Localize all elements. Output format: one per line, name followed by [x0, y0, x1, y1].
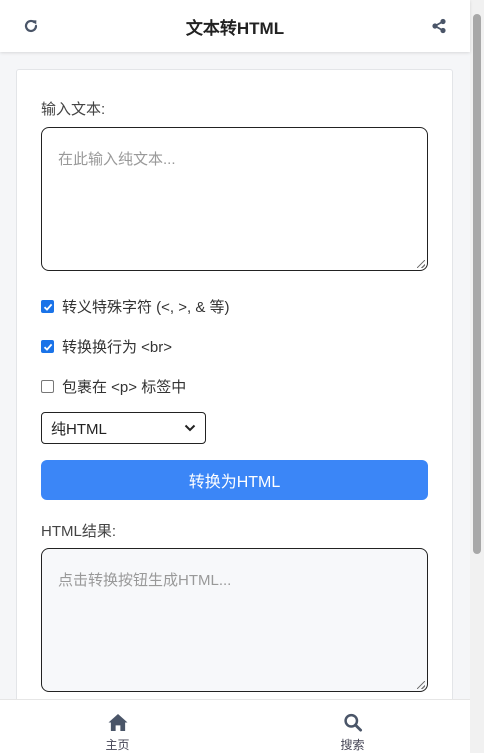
- home-icon: [108, 713, 127, 732]
- nav-item-search[interactable]: 搜索: [235, 700, 470, 753]
- resize-handle[interactable]: [417, 260, 425, 268]
- escape-label: 转义特殊字符 (<, >, & 等): [62, 299, 230, 316]
- nav-label-home: 主页: [105, 738, 130, 752]
- page-title: 文本转HTML: [185, 18, 285, 38]
- input-textarea[interactable]: 在此输入纯文本...: [41, 127, 428, 271]
- refresh-button[interactable]: [20, 15, 42, 37]
- input-label: 输入文本:: [41, 101, 106, 118]
- chevron-down-icon: [184, 424, 196, 432]
- input-placeholder: 在此输入纯文本...: [58, 151, 176, 168]
- bottom-nav: 主页 搜索: [0, 699, 470, 753]
- result-label: HTML结果:: [41, 523, 117, 540]
- linebreak-checkbox[interactable]: [41, 340, 54, 353]
- nav-item-home[interactable]: 主页: [0, 700, 235, 753]
- convert-button[interactable]: 转换为HTML: [41, 460, 428, 500]
- result-resize-handle[interactable]: [417, 681, 425, 689]
- wrap-p-label: 包裹在 <p> 标签中: [62, 379, 187, 396]
- option-linebreak[interactable]: 转换换行为 <br>: [41, 336, 172, 357]
- result-textarea[interactable]: 点击转换按钮生成HTML...: [41, 548, 428, 692]
- share-button[interactable]: [428, 15, 450, 37]
- scrollbar-thumb[interactable]: [473, 14, 481, 554]
- page-scrollbar[interactable]: [470, 0, 484, 753]
- share-icon: [432, 18, 446, 34]
- format-select[interactable]: 纯HTML: [41, 412, 206, 444]
- escape-checkbox[interactable]: [41, 300, 54, 313]
- option-escape[interactable]: 转义特殊字符 (<, >, & 等): [41, 296, 230, 317]
- linebreak-label: 转换换行为 <br>: [62, 339, 173, 356]
- wrap-p-checkbox[interactable]: [41, 380, 54, 393]
- refresh-icon: [24, 19, 38, 33]
- option-wrap-p[interactable]: 包裹在 <p> 标签中: [41, 376, 186, 397]
- converter-card: 输入文本: 在此输入纯文本... 转义特殊字符 (<, >, & 等) 转换换行…: [16, 69, 453, 729]
- result-placeholder: 点击转换按钮生成HTML...: [58, 572, 232, 589]
- format-select-value: 纯HTML: [51, 420, 107, 438]
- app-header: 文本转HTML: [0, 0, 470, 52]
- nav-label-search: 搜索: [340, 738, 365, 752]
- search-icon: [343, 713, 362, 732]
